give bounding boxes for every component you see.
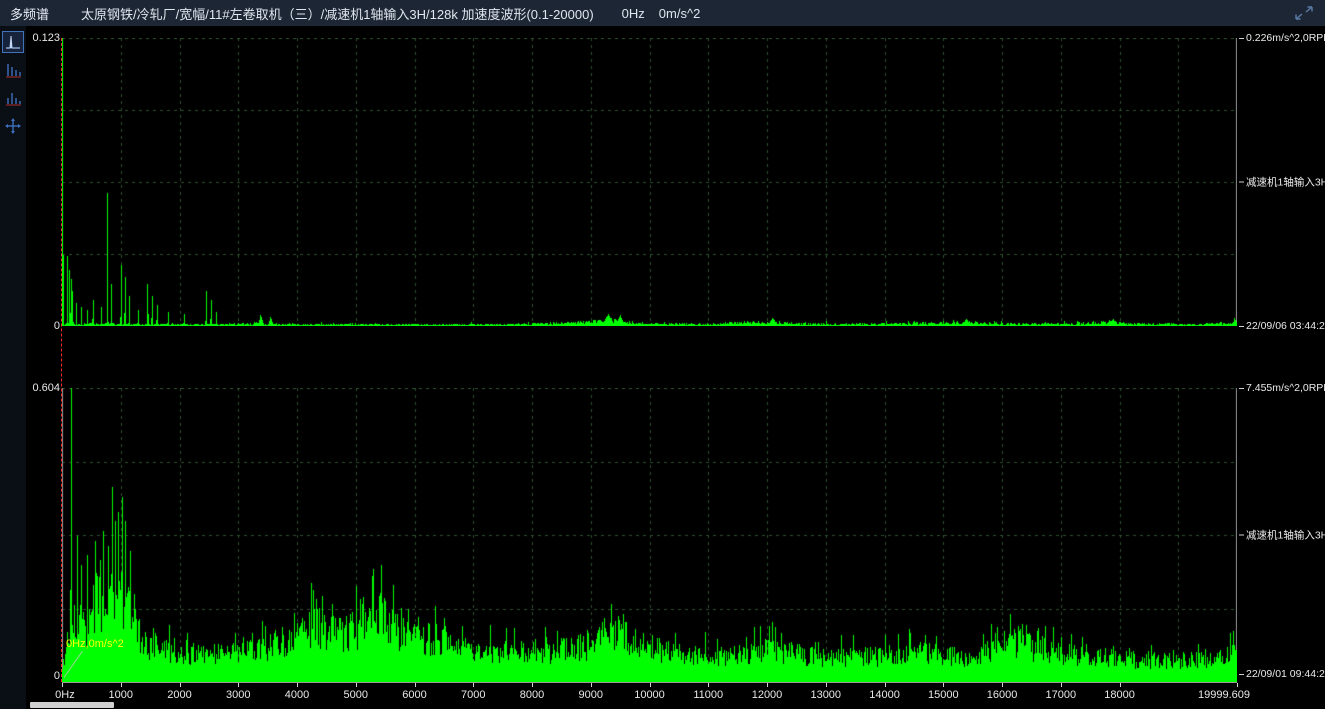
bottom-chart-timestamp-label: 22/09/01 09:44:2 [1239,668,1325,680]
x-axis-tick [473,683,474,687]
tool-harmonic-cursor[interactable] [2,59,24,81]
x-axis-label: 6000 [402,689,426,701]
app-window: 多频谱 太原钢铁/冷轧厂/宽幅/11#左卷取机（三）/减速机1轴输入3H/128… [0,0,1325,709]
x-axis-label: 8000 [520,689,544,701]
x-axis-label: 17000 [1045,689,1076,701]
tool-sideband-cursor[interactable] [2,87,24,109]
top-chart-amplitude-text: 0.226m/s^2,0RPM [1246,32,1325,44]
x-axis-tick [356,683,357,687]
x-axis-tick [650,683,651,687]
app-title: 多频谱 [10,4,49,23]
x-axis-label: 14000 [869,689,900,701]
x-axis-label: 18000 [1104,689,1135,701]
x-axis-label: 0Hz [55,689,75,701]
sideband-cursor-icon [5,90,21,106]
top-chart-timestamp-label: 22/09/06 03:44:2 [1239,320,1325,332]
x-axis-label: 4000 [285,689,309,701]
titlebar-freq-readout: 0Hz [622,6,645,21]
x-axis-tick [943,683,944,687]
x-axis-tick [238,683,239,687]
x-axis-tick [708,683,709,687]
x-axis-tick [1237,683,1238,687]
top-chart-yzero-label: 0 [26,320,60,332]
x-axis-tick [415,683,416,687]
bottom-chart-channel-text: 减速机1轴输入3H [1246,528,1325,543]
x-axis-label: 10000 [634,689,665,701]
x-axis-label: 16000 [987,689,1018,701]
x-axis-label: 2000 [167,689,191,701]
right-tick [1239,674,1244,675]
bottom-chart-ymax-label: 0.604 [26,382,60,394]
x-axis-line [62,682,1237,683]
x-axis-tick [297,683,298,687]
bottom-chart-timestamp-text: 22/09/01 09:44:2 [1246,668,1325,680]
single-cursor-icon [5,34,21,50]
x-axis-label: 11000 [693,689,723,701]
x-axis-tick [180,683,181,687]
right-tick [1239,535,1244,536]
x-axis-tick [826,683,827,687]
titlebar: 多频谱 太原钢铁/冷轧厂/宽幅/11#左卷取机（三）/减速机1轴输入3H/128… [0,0,1325,27]
top-spectrum-plot[interactable] [62,38,1237,326]
collapse-arrows-icon [1295,6,1313,20]
plot-region: 0.123 0 0.604 0 0.226m/s^2,0RPM 减速机1轴输入3… [26,26,1325,709]
tool-single-cursor[interactable] [2,31,24,53]
top-chart-channel-text: 减速机1轴输入3H [1246,175,1325,190]
right-tick [1239,326,1244,327]
toolbar [0,26,26,709]
measurement-point-path: 太原钢铁/冷轧厂/宽幅/11#左卷取机（三）/减速机1轴输入3H/128k 加速… [81,4,594,23]
bottom-chart-channel-label: 减速机1轴输入3H [1239,528,1325,543]
cursor-readout: 0Hz,0m/s^2 [66,638,124,650]
right-tick [1239,38,1244,39]
x-axis-label: 5000 [344,689,368,701]
x-axis-tick [532,683,533,687]
x-axis-label: 7000 [461,689,485,701]
cursor-line[interactable] [61,38,62,682]
x-axis-tick [62,683,63,687]
x-axis-label: 19999.609 [1198,689,1250,701]
x-axis-tick [767,683,768,687]
x-axis-label: 3000 [226,689,250,701]
x-axis-tick [1002,683,1003,687]
right-tick [1239,182,1244,183]
x-axis-label: 15000 [928,689,959,701]
bottom-spectrum-plot[interactable] [62,388,1237,682]
top-chart-channel-label: 减速机1轴输入3H [1239,175,1325,190]
x-axis-label: 1000 [109,689,133,701]
bottom-chart-amplitude-text: 7.455m/s^2,0RPM [1246,382,1325,394]
move-arrows-icon [5,118,21,134]
top-chart-timestamp-text: 22/09/06 03:44:2 [1246,320,1325,332]
bottom-chart-yzero-label: 0 [26,670,60,682]
x-axis-label: 9000 [579,689,603,701]
titlebar-amp-readout: 0m/s^2 [659,6,701,21]
x-axis-tick [1120,683,1121,687]
restore-window-icon[interactable] [1293,4,1315,22]
x-axis-tick [121,683,122,687]
x-axis-tick [591,683,592,687]
bottom-chart-amplitude-label: 7.455m/s^2,0RPM [1239,382,1325,394]
harmonic-cursor-icon [5,62,21,78]
x-axis-label: 13000 [810,689,841,701]
top-chart-amplitude-label: 0.226m/s^2,0RPM [1239,32,1325,44]
right-tick [1239,388,1244,389]
x-axis-tick [885,683,886,687]
x-axis-label: 12000 [752,689,783,701]
x-axis-tick [1061,683,1062,687]
top-chart-ymax-label: 0.123 [26,32,60,44]
tool-pan[interactable] [2,115,24,137]
h-scrollbar-thumb[interactable] [30,702,114,708]
